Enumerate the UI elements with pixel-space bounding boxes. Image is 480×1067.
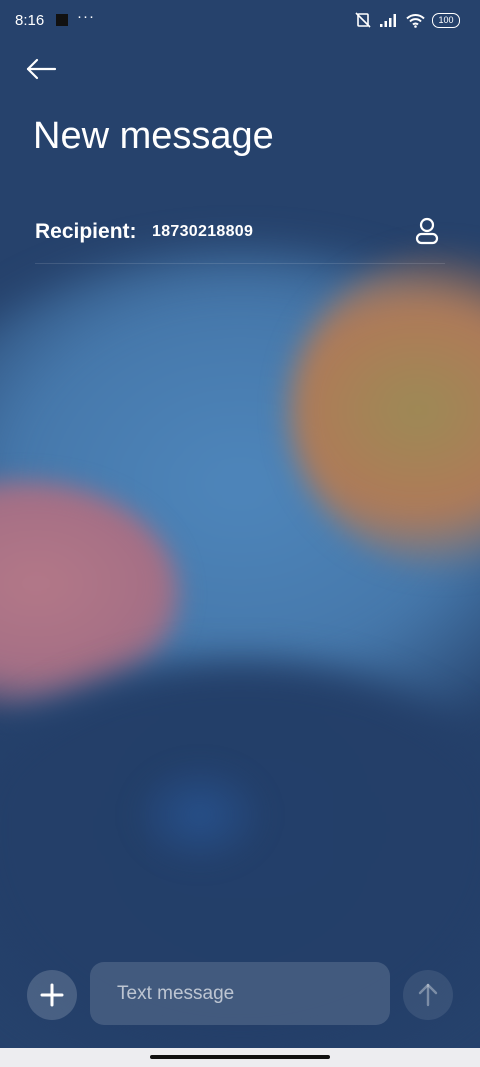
page-title: New message bbox=[33, 115, 274, 157]
message-screen: 8:16 ··· 100 New message Recipient: 1873… bbox=[0, 0, 480, 1048]
status-time: 8:16 bbox=[15, 12, 45, 29]
status-bar: 8:16 ··· 100 bbox=[0, 0, 480, 42]
signal-icon bbox=[379, 13, 399, 27]
recipient-label: Recipient: bbox=[35, 220, 137, 243]
attach-button[interactable] bbox=[27, 970, 77, 1020]
text-message-input[interactable] bbox=[90, 962, 390, 1025]
home-indicator[interactable] bbox=[150, 1055, 330, 1059]
wallpaper-deep-blob bbox=[130, 760, 270, 870]
notification-square-icon bbox=[56, 14, 68, 26]
send-button[interactable] bbox=[403, 970, 453, 1020]
more-notifications-icon: ··· bbox=[77, 8, 95, 25]
back-button[interactable] bbox=[24, 55, 58, 83]
navigation-bar bbox=[0, 1048, 480, 1067]
wifi-icon bbox=[406, 13, 425, 28]
send-arrow-up-icon bbox=[418, 983, 438, 1007]
contact-person-icon bbox=[415, 217, 439, 245]
contact-picker-button[interactable] bbox=[413, 216, 441, 246]
battery-icon: 100 bbox=[432, 12, 460, 28]
recipient-field[interactable]: 18730218809 bbox=[152, 223, 253, 241]
recipient-divider bbox=[35, 263, 445, 264]
back-arrow-icon bbox=[26, 58, 57, 80]
plus-icon bbox=[40, 983, 64, 1007]
status-icons: 100 bbox=[354, 11, 460, 29]
mute-vibrate-icon bbox=[354, 11, 372, 29]
